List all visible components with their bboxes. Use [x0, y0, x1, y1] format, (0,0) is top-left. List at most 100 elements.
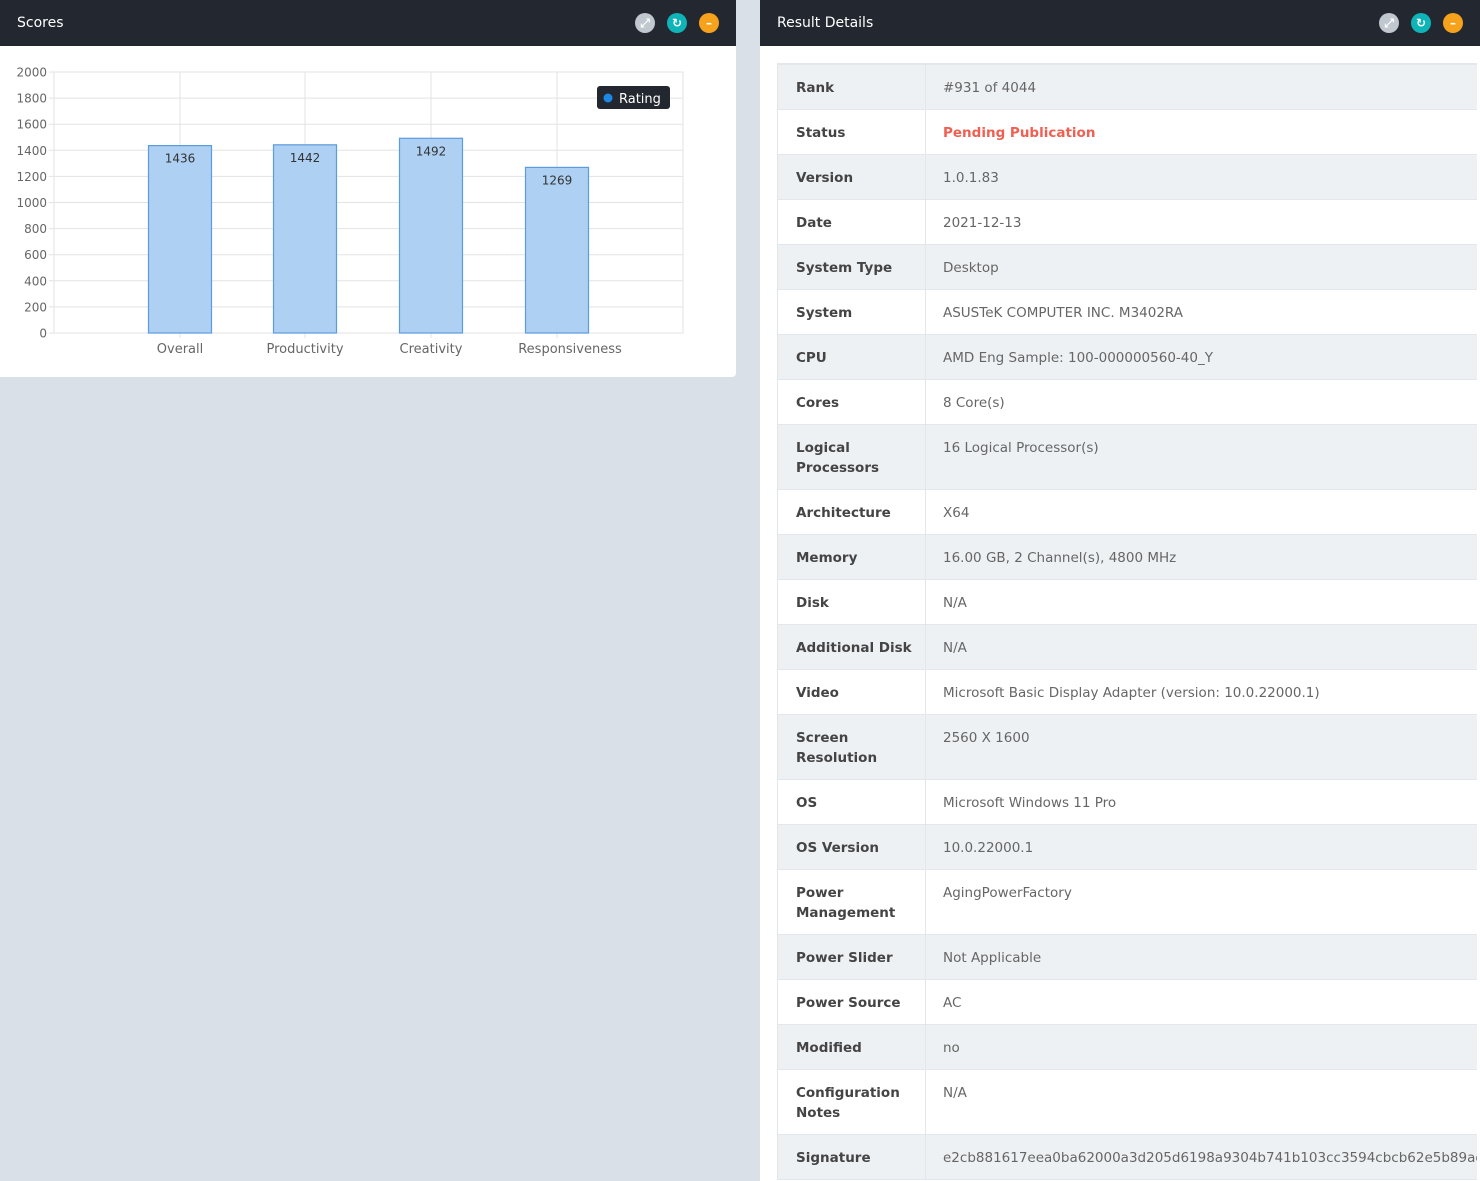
row-value: 2560 X 1600	[943, 730, 1030, 746]
x-tick-label: Productivity	[266, 342, 343, 357]
row-label: System Type	[778, 245, 926, 289]
row-label: Logical Processors	[778, 425, 926, 489]
row-value: 1.0.1.83	[943, 170, 999, 186]
row-label: Status	[778, 110, 926, 154]
row-value: N/A	[943, 640, 967, 656]
y-tick-label: 1600	[16, 118, 47, 132]
legend-label: Rating	[619, 92, 661, 107]
row-label: Power Management	[778, 870, 926, 934]
row-label: OS Version	[778, 825, 926, 869]
y-tick-label: 800	[24, 222, 47, 236]
refresh-icon[interactable]: ↻	[1411, 13, 1431, 33]
row-label: Date	[778, 200, 926, 244]
row-value: AgingPowerFactory	[943, 885, 1072, 901]
row-label: Configuration Notes	[778, 1070, 926, 1134]
table-row: System ASUSTeK COMPUTER INC. M3402RA	[778, 290, 1477, 335]
scores-title: Scores	[17, 15, 64, 31]
row-value: N/A	[943, 595, 967, 611]
legend-dot	[603, 93, 613, 103]
row-value: Desktop	[943, 260, 999, 276]
row-value: 16.00 GB, 2 Channel(s), 4800 MHz	[943, 550, 1177, 566]
details-header: Result Details ⤢ ↻ –	[760, 0, 1480, 46]
refresh-icon[interactable]: ↻	[667, 13, 687, 33]
row-value: 16 Logical Processor(s)	[943, 440, 1099, 456]
bar-responsiveness[interactable]	[524, 166, 590, 334]
table-row: Power Source AC	[778, 980, 1477, 1025]
row-value: N/A	[943, 1085, 967, 1101]
table-row: Screen Resolution 2560 X 1600	[778, 715, 1477, 780]
row-value: no	[943, 1040, 960, 1056]
table-row: Power Slider Not Applicable	[778, 935, 1477, 980]
row-label: System	[778, 290, 926, 334]
bar-value-label: 1442	[290, 151, 321, 165]
row-value: Microsoft Basic Display Adapter (version…	[943, 685, 1320, 701]
bar-productivity[interactable]	[272, 144, 338, 334]
table-row: Date 2021-12-13	[778, 200, 1477, 245]
table-row: Version 1.0.1.83	[778, 155, 1477, 200]
details-table: Rank #931 of 4044 Status Pending Publicatio…	[777, 63, 1477, 1180]
chart-legend: Rating	[597, 86, 670, 109]
table-row: Signature e2cb881617eea0ba62000a3d205d619…	[778, 1135, 1477, 1180]
bar-value-label: 1492	[416, 144, 447, 158]
table-row: Power Management AgingPowerFactory	[778, 870, 1477, 935]
row-value: 2021-12-13	[943, 215, 1022, 231]
table-row: Status Pending Publication	[778, 110, 1477, 155]
row-label: Version	[778, 155, 926, 199]
expand-icon[interactable]: ⤢	[635, 13, 655, 33]
row-value: Not Applicable	[943, 950, 1042, 966]
table-row: Additional Disk N/A	[778, 625, 1477, 670]
table-row: Memory 16.00 GB, 2 Channel(s), 4800 MHz	[778, 535, 1477, 580]
table-row: OS Version 10.0.22000.1	[778, 825, 1477, 870]
x-tick-label: Overall	[157, 342, 203, 357]
row-value: AC	[943, 995, 962, 1011]
row-label: Power Source	[778, 980, 926, 1024]
scores-header: Scores ⤢ ↻ –	[0, 0, 736, 46]
y-tick-label: 0	[39, 327, 47, 341]
table-row: Disk N/A	[778, 580, 1477, 625]
row-value: X64	[943, 505, 970, 521]
bar-overall[interactable]	[147, 145, 213, 334]
details-panel: Result Details ⤢ ↻ – Rank #931 of 4044 Sta…	[760, 0, 1480, 1181]
row-value: AMD Eng Sample: 100-000000560-40_Y	[943, 350, 1213, 366]
row-label: CPU	[778, 335, 926, 379]
bar-value-label: 1436	[165, 152, 196, 166]
row-value: #931 of 4044	[943, 80, 1037, 96]
x-tick-label: Responsiveness	[518, 342, 622, 357]
row-label: Video	[778, 670, 926, 714]
table-row: Logical Processors 16 Logical Processor(s…	[778, 425, 1477, 490]
y-tick-label: 1400	[16, 144, 47, 158]
y-tick-label: 1800	[16, 92, 47, 106]
minimize-icon[interactable]: –	[1443, 13, 1463, 33]
row-value: Microsoft Windows 11 Pro	[943, 795, 1117, 811]
row-label: Memory	[778, 535, 926, 579]
row-label: Additional Disk	[778, 625, 926, 669]
table-row: Cores 8 Core(s)	[778, 380, 1477, 425]
table-row: Rank #931 of 4044	[778, 65, 1477, 110]
row-label: Signature	[778, 1135, 926, 1179]
y-tick-label: 2000	[16, 66, 47, 80]
y-tick-label: 400	[24, 274, 47, 288]
x-tick-label: Creativity	[400, 342, 463, 357]
expand-icon[interactable]: ⤢	[1379, 13, 1399, 33]
scores-chart: 0 200 400 600 800 1000 1200 1400 1600 1800 2000 14…	[16, 66, 684, 357]
table-row: Architecture X64	[778, 490, 1477, 535]
table-row: OS Microsoft Windows 11 Pro	[778, 780, 1477, 825]
row-label: Rank	[778, 65, 926, 109]
y-tick-label: 600	[24, 248, 47, 262]
scores-panel: Scores ⤢ ↻ – 0 200 400 600 800 1000 1200 1400 16…	[0, 0, 736, 377]
row-value: 8 Core(s)	[943, 395, 1005, 411]
table-row: CPU AMD Eng Sample: 100-000000560-40_Y	[778, 335, 1477, 380]
row-label: Screen Resolution	[778, 715, 926, 779]
minimize-icon[interactable]: –	[699, 13, 719, 33]
y-tick-label: 1200	[16, 170, 47, 184]
row-label: Power Slider	[778, 935, 926, 979]
row-label: Architecture	[778, 490, 926, 534]
bar-value-label: 1269	[542, 173, 573, 187]
row-value: 10.0.22000.1	[943, 840, 1034, 856]
row-label: Modified	[778, 1025, 926, 1069]
row-value: e2cb881617eea0ba62000a3d205d6198a9304b74…	[943, 1150, 1477, 1166]
bar-creativity[interactable]	[398, 137, 464, 334]
y-tick-label: 1000	[16, 196, 47, 210]
row-label: Disk	[778, 580, 926, 624]
row-label: OS	[778, 780, 926, 824]
